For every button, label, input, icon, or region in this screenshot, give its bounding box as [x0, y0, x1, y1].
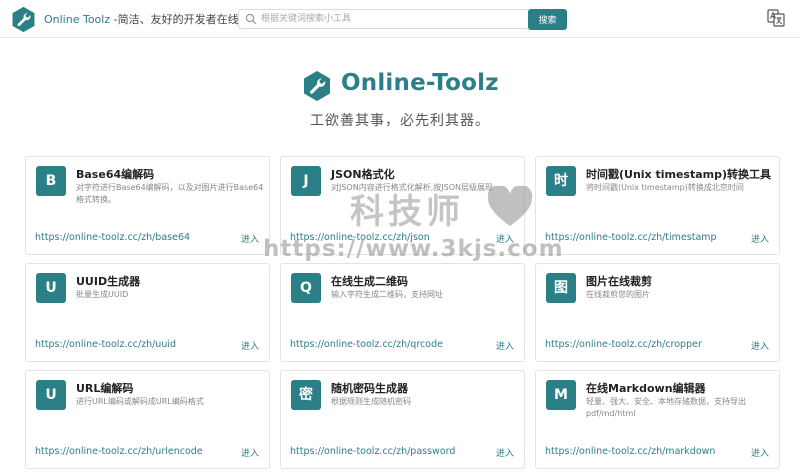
tool-description: 对字符进行Base64编解码，以及对图片进行Base64格式转换。	[76, 183, 264, 204]
tool-description: 将时间戳(Unix timestamp)转换成北京时间	[586, 183, 744, 192]
tool-badge: J	[291, 166, 321, 196]
search-input[interactable]	[261, 11, 523, 27]
enter-link[interactable]: 进入	[241, 339, 259, 352]
tool-badge: U	[36, 380, 66, 410]
tool-url[interactable]: https://online-toolz.cc/zh/markdown	[545, 446, 715, 457]
watermark-heart-icon	[487, 186, 533, 226]
tool-card-password[interactable]: 密 随机密码生成器 根据规则生成随机密码 https://online-tool…	[280, 370, 525, 469]
tool-description: 输入字符生成二维码，支持网址	[331, 290, 443, 299]
translate-icon[interactable]	[767, 9, 785, 27]
tool-url[interactable]: https://online-toolz.cc/zh/uuid	[35, 339, 176, 350]
tool-url[interactable]: https://online-toolz.cc/zh/cropper	[545, 339, 702, 350]
tool-badge: Q	[291, 273, 321, 303]
tool-badge: U	[36, 273, 66, 303]
brand-name: Online Toolz	[44, 13, 111, 26]
tool-badge: M	[546, 380, 576, 410]
tool-title: 图片在线裁剪	[586, 275, 652, 288]
tool-badge: 密	[291, 380, 321, 410]
enter-link[interactable]: 进入	[241, 232, 259, 245]
tool-badge: 图	[546, 273, 576, 303]
wrench-logo-icon[interactable]	[10, 6, 37, 33]
tool-description: 根据规则生成随机密码	[331, 397, 411, 406]
search-icon	[245, 13, 257, 25]
tool-description: 在线裁剪您的图片	[586, 290, 650, 299]
tool-card-cropper[interactable]: 图 图片在线裁剪 在线裁剪您的图片 https://online-toolz.c…	[535, 263, 780, 362]
tool-title: 在线生成二维码	[331, 275, 408, 288]
tool-title: JSON格式化	[331, 168, 395, 181]
search-button[interactable]: 搜索	[528, 9, 567, 30]
tool-card-markdown[interactable]: M 在线Markdown编辑器 轻量、强大、安全、本地存储数据，支持导出pdf/…	[535, 370, 780, 469]
tool-card-base64[interactable]: B Base64编解码 对字符进行Base64编解码，以及对图片进行Base64…	[25, 156, 270, 255]
tool-card-qrcode[interactable]: Q 在线生成二维码 输入字符生成二维码，支持网址 https://online-…	[280, 263, 525, 362]
tool-title: 随机密码生成器	[331, 382, 408, 395]
tool-badge: 时	[546, 166, 576, 196]
tool-description: 批量生成UUID	[76, 290, 129, 299]
enter-link[interactable]: 进入	[751, 232, 769, 245]
tool-title: UUID生成器	[76, 275, 141, 288]
tool-title: 时间戳(Unix timestamp)转换工具	[586, 168, 772, 181]
brand-link[interactable]: Online Toolz -简洁、友好的开发者在线工具	[44, 11, 261, 27]
tool-title: 在线Markdown编辑器	[586, 382, 706, 395]
enter-link[interactable]: 进入	[241, 446, 259, 459]
watermark-url: https://www.3kjs.com	[263, 236, 564, 262]
tool-card-uuid[interactable]: U UUID生成器 批量生成UUID https://online-toolz.…	[25, 263, 270, 362]
hero-wrench-logo-icon	[304, 71, 330, 101]
watermark-text: 科技师	[350, 192, 464, 232]
search-box	[238, 9, 530, 29]
tool-description: 进行URL编码或解码成URL编码格式	[76, 397, 204, 406]
tool-badge: B	[36, 166, 66, 196]
tool-title: Base64编解码	[76, 168, 155, 181]
tool-card-timestamp[interactable]: 时 时间戳(Unix timestamp)转换工具 将时间戳(Unix time…	[535, 156, 780, 255]
hero-title: Online-Toolz	[341, 70, 499, 96]
tool-url[interactable]: https://online-toolz.cc/zh/timestamp	[545, 232, 717, 243]
tool-url[interactable]: https://online-toolz.cc/zh/password	[290, 446, 455, 457]
enter-link[interactable]: 进入	[751, 446, 769, 459]
tool-url[interactable]: https://online-toolz.cc/zh/qrcode	[290, 339, 443, 350]
tool-url[interactable]: https://online-toolz.cc/zh/urlencode	[35, 446, 203, 457]
enter-link[interactable]: 进入	[751, 339, 769, 352]
enter-link[interactable]: 进入	[496, 446, 514, 459]
tool-description: 轻量、强大、安全、本地存储数据，支持导出pdf/md/html	[586, 397, 746, 418]
tool-title: URL编解码	[76, 382, 134, 395]
tool-card-urlencode[interactable]: U URL编解码 进行URL编码或解码成URL编码格式 https://onli…	[25, 370, 270, 469]
top-header: Online Toolz -简洁、友好的开发者在线工具 搜索	[0, 0, 800, 38]
tool-url[interactable]: https://online-toolz.cc/zh/base64	[35, 232, 190, 243]
hero-slogan: 工欲善其事，必先利其器。	[310, 113, 490, 129]
enter-link[interactable]: 进入	[496, 339, 514, 352]
